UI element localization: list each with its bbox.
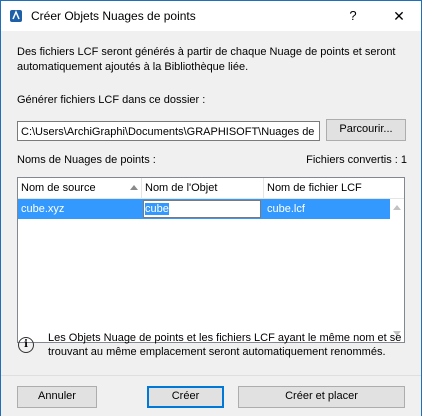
scroll-up-icon[interactable] (393, 205, 401, 210)
folder-path-input[interactable]: C:\Users\ArchiGraphi\Documents\GRAPHISOF… (17, 121, 320, 141)
dialog-window: Créer Objets Nuages de points ? ✕ Des fi… (0, 0, 422, 416)
title-bar[interactable]: Créer Objets Nuages de points ? ✕ (1, 1, 421, 31)
table-row[interactable]: cube.xyz cube cube.lcf (18, 199, 390, 219)
dialog-footer: Annuler Créer Créer et placer (1, 375, 421, 416)
info-icon: i (18, 337, 34, 353)
create-and-place-button[interactable]: Créer et placer (238, 386, 405, 408)
column-header-label: Nom de source (21, 182, 96, 194)
column-header-object[interactable]: Nom de l'Objet (142, 178, 264, 198)
object-name-input[interactable]: cube (143, 200, 261, 218)
table-scrollbar[interactable] (390, 199, 404, 342)
cell-source-name: cube.xyz (21, 203, 65, 215)
close-button[interactable]: ✕ (387, 7, 411, 25)
sort-ascending-icon (130, 185, 138, 190)
folder-label: Générer fichiers LCF dans ce dossier : (17, 94, 206, 106)
cancel-button[interactable]: Annuler (17, 386, 97, 408)
converted-count: Fichiers convertis : 1 (306, 154, 407, 166)
window-title: Créer Objets Nuages de points (31, 9, 196, 23)
intro-text: Des fichiers LCF seront générés à partir… (17, 46, 396, 73)
point-cloud-names-label: Noms de Nuages de points : (17, 154, 156, 166)
table-header: Nom de source Nom de l'Objet Nom de fich… (18, 178, 404, 199)
column-header-lcf[interactable]: Nom de fichier LCF (264, 178, 404, 198)
column-header-source[interactable]: Nom de source (18, 178, 142, 198)
app-icon (10, 10, 22, 22)
cell-lcf-name: cube.lcf (267, 203, 305, 215)
info-text: Les Objets Nuage de points et les fichie… (48, 332, 402, 358)
browse-button[interactable]: Parcourir... (326, 119, 406, 141)
help-button[interactable]: ? (343, 7, 363, 25)
cell-object-name[interactable]: cube (142, 199, 264, 219)
dialog-content: Des fichiers LCF seront générés à partir… (1, 31, 421, 416)
object-name-value: cube (145, 203, 169, 215)
point-cloud-table: Nom de source Nom de l'Objet Nom de fich… (17, 177, 405, 343)
create-button[interactable]: Créer (147, 386, 224, 408)
